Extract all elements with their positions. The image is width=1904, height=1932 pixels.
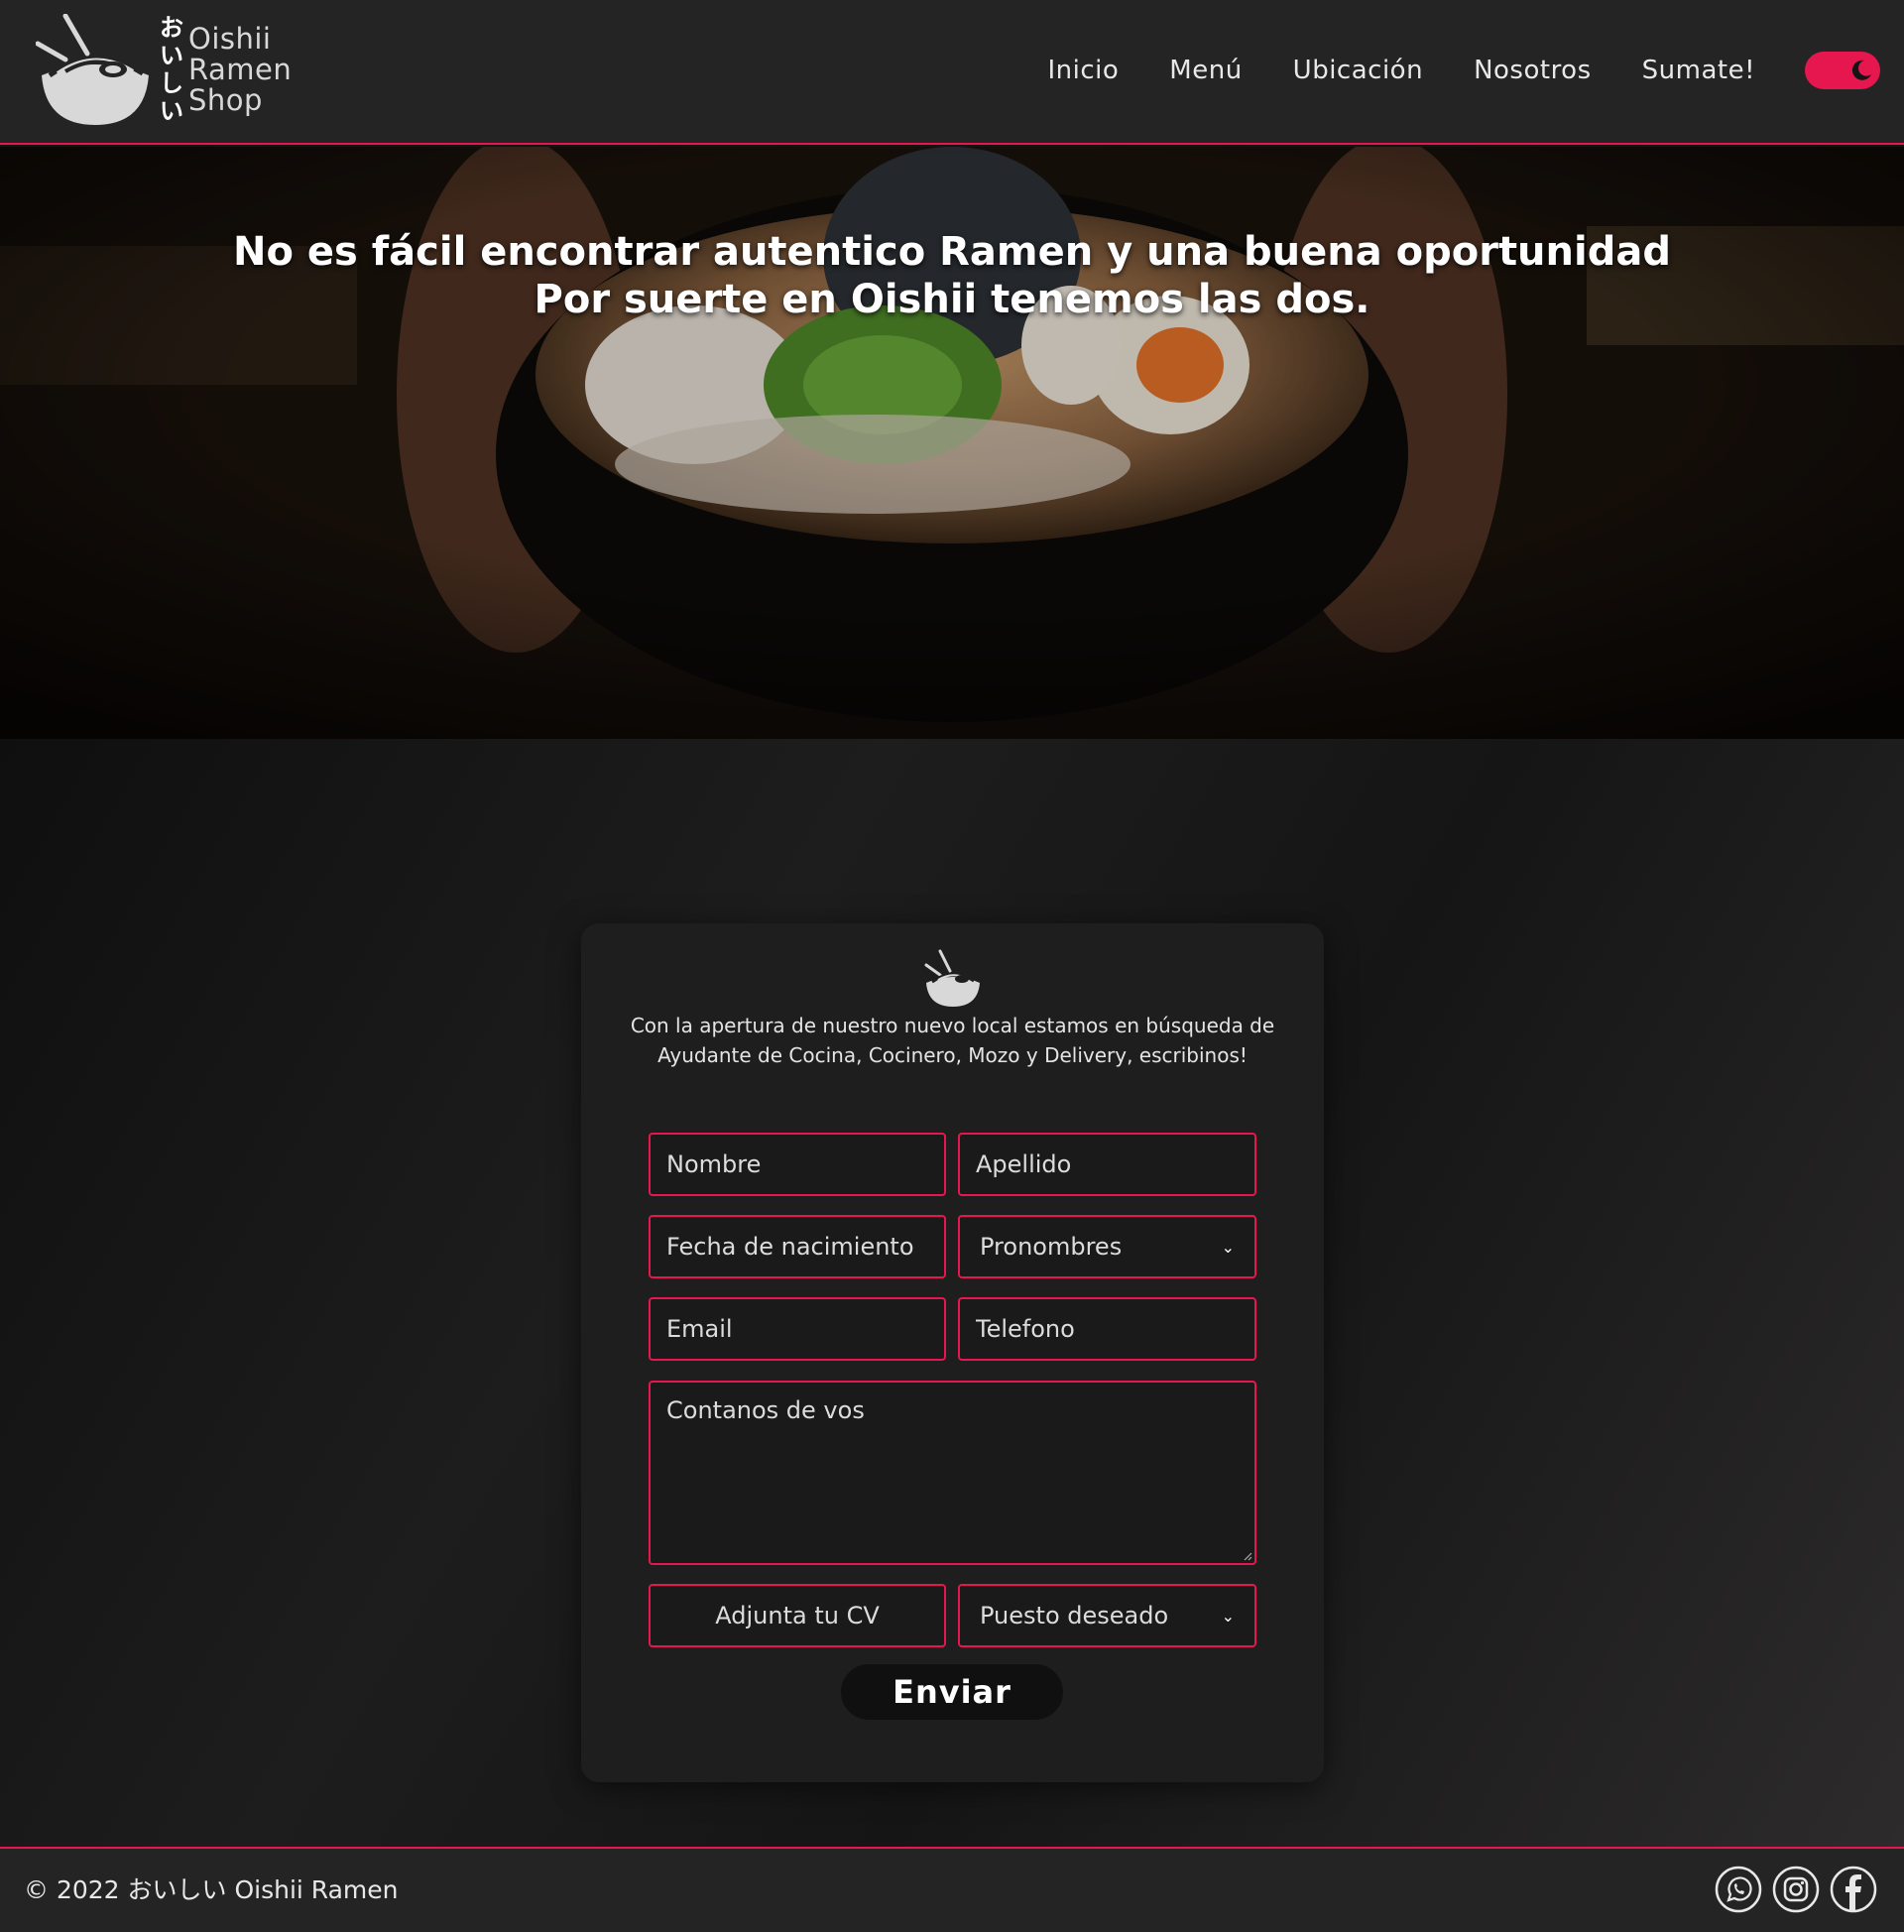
chevron-down-icon: ⌄ [1221, 1606, 1235, 1626]
instagram-icon[interactable] [1771, 1865, 1821, 1914]
site-footer: © 2022 おいしい Oishii Ramen [0, 1847, 1904, 1932]
resize-grip-icon[interactable] [1243, 1551, 1252, 1561]
main-nav: Inicio Menú Ubicación Nosotros Sumate! [1047, 52, 1755, 89]
email-input[interactable] [649, 1297, 946, 1361]
brand-kana-char: お [160, 14, 183, 42]
hero-banner: No es fácil encontrar autentico Ramen y … [0, 147, 1904, 739]
nav-sumate[interactable]: Sumate! [1642, 52, 1755, 89]
nav-ubicacion[interactable]: Ubicación [1293, 52, 1423, 89]
brand-word: Shop [188, 83, 263, 117]
facebook-icon[interactable] [1829, 1865, 1878, 1914]
brand-name: Oishii Ramen Shop [188, 24, 292, 116]
brand-kana-char: い [160, 42, 183, 69]
hero-heading: No es fácil encontrar autentico Ramen y … [0, 228, 1904, 323]
copyright-text: © 2022 おいしい Oishii Ramen [24, 1875, 399, 1904]
moon-icon [1851, 60, 1871, 80]
puesto-select-value: Puesto deseado [980, 1602, 1169, 1630]
brand-word: Oishii [188, 22, 272, 56]
ramen-bowl-icon [36, 14, 149, 125]
attach-cv-button[interactable]: Adjunta tu CV [649, 1584, 946, 1647]
hero-line: Por suerte en Oishii tenemos las dos. [534, 277, 1370, 322]
social-links [1714, 1865, 1878, 1914]
telefono-input[interactable] [958, 1297, 1256, 1361]
nav-inicio[interactable]: Inicio [1047, 52, 1119, 89]
form-intro-text: Con la apertura de nuestro nuevo local e… [630, 1014, 1275, 1067]
ramen-bowl-icon [924, 949, 980, 1007]
hero-line: No es fácil encontrar autentico Ramen y … [233, 229, 1671, 275]
enviar-button[interactable]: Enviar [841, 1664, 1063, 1720]
puesto-select[interactable]: Puesto deseado ⌄ [958, 1584, 1256, 1647]
contanos-textarea[interactable] [649, 1381, 1256, 1565]
brand-kana: お い し い [157, 14, 186, 125]
nombre-input[interactable] [649, 1133, 946, 1196]
theme-toggle[interactable] [1805, 52, 1880, 89]
chevron-down-icon: ⌄ [1221, 1237, 1235, 1257]
pronombres-select[interactable]: Pronombres ⌄ [958, 1215, 1256, 1278]
fecha-nacimiento-input[interactable] [649, 1215, 946, 1278]
apellido-input[interactable] [958, 1133, 1256, 1196]
whatsapp-icon[interactable] [1714, 1865, 1763, 1914]
main-content: Con la apertura de nuestro nuevo local e… [0, 739, 1904, 1847]
job-application-form: Con la apertura de nuestro nuevo local e… [581, 923, 1324, 1782]
brand-logo[interactable]: お い し い Oishii Ramen Shop [36, 14, 294, 129]
pronombres-select-value: Pronombres [980, 1233, 1123, 1261]
nav-nosotros[interactable]: Nosotros [1474, 52, 1592, 89]
brand-kana-char: い [160, 97, 183, 125]
site-header: お い し い Oishii Ramen Shop Inicio Menú Ub… [0, 0, 1904, 145]
nav-menu[interactable]: Menú [1169, 52, 1242, 89]
brand-word: Ramen [188, 53, 293, 86]
brand-kana-char: し [160, 69, 183, 97]
